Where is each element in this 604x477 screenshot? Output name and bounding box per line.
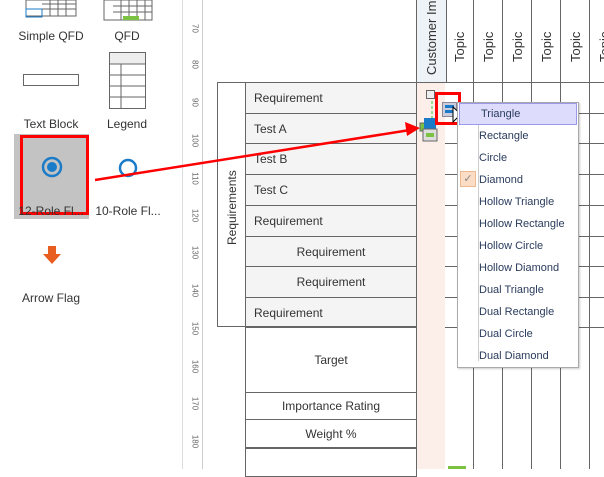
menu-item[interactable]: Rectangle (458, 125, 578, 147)
menu-item[interactable]: Dual Triangle (458, 279, 578, 301)
menu-item[interactable]: Triangle (459, 103, 577, 125)
menu-item-label: Dual Diamond (479, 350, 549, 362)
menu-item[interactable]: ✓ Diamond (458, 169, 578, 191)
menu-item-label: Circle (479, 152, 508, 164)
menu-item-label: Rectangle (479, 130, 529, 142)
menu-item[interactable]: Hollow Diamond (458, 257, 578, 279)
resize-handle[interactable] (426, 90, 435, 99)
menu-item-label: Hollow Diamond (479, 262, 560, 274)
menu-item[interactable]: Hollow Circle (458, 235, 578, 257)
menu-item-label: Hollow Triangle (479, 196, 555, 208)
menu-item-label: Hollow Circle (479, 240, 544, 252)
menu-item-label: Diamond (479, 174, 524, 186)
menu-item[interactable]: Hollow Rectangle (458, 213, 578, 235)
menu-item-label: Triangle (481, 108, 521, 120)
menu-item-label: Dual Triangle (479, 284, 544, 296)
menu-item-label: Hollow Rectangle (479, 218, 565, 230)
check-icon: ✓ (460, 171, 476, 187)
menu-item[interactable]: Dual Diamond (458, 345, 578, 367)
menu-item-label: Dual Rectangle (479, 306, 555, 318)
flag-type-dropdown-menu[interactable]: Triangle Rectangle Circle ✓ Diamond Hollow Tr… (457, 102, 579, 368)
menu-item[interactable]: Dual Rectangle (458, 301, 578, 323)
menu-item[interactable]: Hollow Triangle (458, 191, 578, 213)
menu-item[interactable]: Circle (458, 147, 578, 169)
menu-item[interactable]: Dual Circle (458, 323, 578, 345)
menu-item-label: Dual Circle (479, 328, 533, 340)
